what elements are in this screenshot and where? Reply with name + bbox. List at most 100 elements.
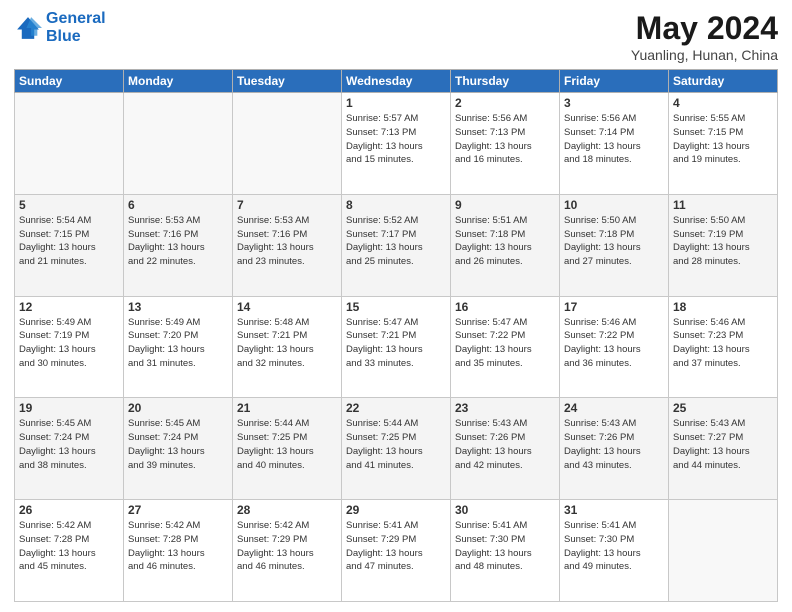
calendar-cell: 6Sunrise: 5:53 AM Sunset: 7:16 PM Daylig… (124, 194, 233, 296)
calendar-cell: 13Sunrise: 5:49 AM Sunset: 7:20 PM Dayli… (124, 296, 233, 398)
day-info: Sunrise: 5:41 AM Sunset: 7:29 PM Dayligh… (346, 519, 446, 574)
logo-text: General Blue (46, 10, 106, 45)
day-number: 24 (564, 401, 664, 415)
day-info: Sunrise: 5:44 AM Sunset: 7:25 PM Dayligh… (237, 417, 337, 472)
calendar-header-tuesday: Tuesday (233, 70, 342, 93)
day-info: Sunrise: 5:46 AM Sunset: 7:22 PM Dayligh… (564, 316, 664, 371)
calendar-table: SundayMondayTuesdayWednesdayThursdayFrid… (14, 69, 778, 602)
day-info: Sunrise: 5:41 AM Sunset: 7:30 PM Dayligh… (455, 519, 555, 574)
calendar-header-friday: Friday (560, 70, 669, 93)
calendar-header-sunday: Sunday (15, 70, 124, 93)
day-number: 2 (455, 96, 555, 110)
calendar-cell: 16 Sunrise: 5:47 AM Sunset: 7:22 PM Dayli… (451, 296, 560, 398)
day-info: Sunrise: 5:53 AM Sunset: 7:16 PM Dayligh… (128, 214, 228, 269)
day-number: 18 (673, 300, 773, 314)
calendar-cell: 10 Sunrise: 5:50 AM Sunset: 7:18 PM Dayli… (560, 194, 669, 296)
day-info: Sunrise: 5:50 AM Sunset: 7:19 PM Dayligh… (673, 214, 773, 269)
day-info: Sunrise: 5:43 AM Sunset: 7:26 PM Dayligh… (564, 417, 664, 472)
day-info: Sunrise: 5:42 AM Sunset: 7:28 PM Dayligh… (128, 519, 228, 574)
day-info: Sunrise: 5:41 AM Sunset: 7:30 PM Dayligh… (564, 519, 664, 574)
day-info: Sunrise: 5:53 AM Sunset: 7:16 PM Dayligh… (237, 214, 337, 269)
day-info: Sunrise: 5:43 AM Sunset: 7:26 PM Dayligh… (455, 417, 555, 472)
day-info: Sunrise: 5:47 AM Sunset: 7:21 PM Dayligh… (346, 316, 446, 371)
day-number: 31 (564, 503, 664, 517)
calendar-cell: 4 Sunrise: 5:55 AM Sunset: 7:15 PM Daylig… (669, 93, 778, 195)
day-number: 27 (128, 503, 228, 517)
day-number: 12 (19, 300, 119, 314)
day-info: Sunrise: 5:50 AM Sunset: 7:18 PM Dayligh… (564, 214, 664, 269)
day-number: 20 (128, 401, 228, 415)
calendar-cell: 1Sunrise: 5:57 AM Sunset: 7:13 PM Daylig… (342, 93, 451, 195)
day-info: Sunrise: 5:49 AM Sunset: 7:20 PM Dayligh… (128, 316, 228, 371)
calendar-cell (669, 500, 778, 602)
day-info: Sunrise: 5:51 AM Sunset: 7:18 PM Dayligh… (455, 214, 555, 269)
day-number: 19 (19, 401, 119, 415)
day-number: 3 (564, 96, 664, 110)
calendar-week-row: 12 Sunrise: 5:49 AM Sunset: 7:19 PM Dayli… (15, 296, 778, 398)
calendar-cell: 31 Sunrise: 5:41 AM Sunset: 7:30 PM Dayli… (560, 500, 669, 602)
day-info: Sunrise: 5:49 AM Sunset: 7:19 PM Dayligh… (19, 316, 119, 371)
day-number: 29 (346, 503, 446, 517)
calendar-cell: 17Sunrise: 5:46 AM Sunset: 7:22 PM Dayli… (560, 296, 669, 398)
day-number: 28 (237, 503, 337, 517)
main-title: May 2024 (631, 10, 778, 47)
day-info: Sunrise: 5:56 AM Sunset: 7:13 PM Dayligh… (455, 112, 555, 167)
day-info: Sunrise: 5:42 AM Sunset: 7:28 PM Dayligh… (19, 519, 119, 574)
day-info: Sunrise: 5:55 AM Sunset: 7:15 PM Dayligh… (673, 112, 773, 167)
day-info: Sunrise: 5:48 AM Sunset: 7:21 PM Dayligh… (237, 316, 337, 371)
calendar-cell: 25 Sunrise: 5:43 AM Sunset: 7:27 PM Dayli… (669, 398, 778, 500)
page: General Blue May 2024 Yuanling, Hunan, C… (0, 0, 792, 612)
day-number: 10 (564, 198, 664, 212)
calendar-cell: 2 Sunrise: 5:56 AM Sunset: 7:13 PM Daylig… (451, 93, 560, 195)
day-number: 4 (673, 96, 773, 110)
day-number: 22 (346, 401, 446, 415)
calendar-header-wednesday: Wednesday (342, 70, 451, 93)
header: General Blue May 2024 Yuanling, Hunan, C… (14, 10, 778, 63)
calendar-cell: 8 Sunrise: 5:52 AM Sunset: 7:17 PM Daylig… (342, 194, 451, 296)
day-number: 7 (237, 198, 337, 212)
day-info: Sunrise: 5:56 AM Sunset: 7:14 PM Dayligh… (564, 112, 664, 167)
calendar-week-row: 1Sunrise: 5:57 AM Sunset: 7:13 PM Daylig… (15, 93, 778, 195)
day-number: 1 (346, 96, 446, 110)
day-info: Sunrise: 5:54 AM Sunset: 7:15 PM Dayligh… (19, 214, 119, 269)
logo: General Blue (14, 10, 106, 45)
day-number: 21 (237, 401, 337, 415)
calendar-cell: 24 Sunrise: 5:43 AM Sunset: 7:26 PM Dayli… (560, 398, 669, 500)
day-number: 25 (673, 401, 773, 415)
day-number: 8 (346, 198, 446, 212)
calendar-header-row: SundayMondayTuesdayWednesdayThursdayFrid… (15, 70, 778, 93)
calendar-cell: 30 Sunrise: 5:41 AM Sunset: 7:30 PM Dayli… (451, 500, 560, 602)
calendar-cell: 28 Sunrise: 5:42 AM Sunset: 7:29 PM Dayli… (233, 500, 342, 602)
calendar-week-row: 5 Sunrise: 5:54 AM Sunset: 7:15 PM Daylig… (15, 194, 778, 296)
day-number: 26 (19, 503, 119, 517)
day-info: Sunrise: 5:43 AM Sunset: 7:27 PM Dayligh… (673, 417, 773, 472)
calendar-cell (124, 93, 233, 195)
day-info: Sunrise: 5:42 AM Sunset: 7:29 PM Dayligh… (237, 519, 337, 574)
calendar-cell: 12 Sunrise: 5:49 AM Sunset: 7:19 PM Dayli… (15, 296, 124, 398)
day-number: 5 (19, 198, 119, 212)
calendar-cell: 23Sunrise: 5:43 AM Sunset: 7:26 PM Dayli… (451, 398, 560, 500)
calendar-cell: 14 Sunrise: 5:48 AM Sunset: 7:21 PM Dayli… (233, 296, 342, 398)
day-info: Sunrise: 5:44 AM Sunset: 7:25 PM Dayligh… (346, 417, 446, 472)
calendar-cell: 21 Sunrise: 5:44 AM Sunset: 7:25 PM Dayli… (233, 398, 342, 500)
day-info: Sunrise: 5:47 AM Sunset: 7:22 PM Dayligh… (455, 316, 555, 371)
day-info: Sunrise: 5:45 AM Sunset: 7:24 PM Dayligh… (128, 417, 228, 472)
calendar-cell: 5 Sunrise: 5:54 AM Sunset: 7:15 PM Daylig… (15, 194, 124, 296)
calendar-cell: 19 Sunrise: 5:45 AM Sunset: 7:24 PM Dayli… (15, 398, 124, 500)
day-number: 14 (237, 300, 337, 314)
calendar-cell: 11 Sunrise: 5:50 AM Sunset: 7:19 PM Dayli… (669, 194, 778, 296)
calendar-cell: 20 Sunrise: 5:45 AM Sunset: 7:24 PM Dayli… (124, 398, 233, 500)
day-number: 15 (346, 300, 446, 314)
calendar-cell: 26 Sunrise: 5:42 AM Sunset: 7:28 PM Dayli… (15, 500, 124, 602)
calendar-week-row: 26 Sunrise: 5:42 AM Sunset: 7:28 PM Dayli… (15, 500, 778, 602)
day-number: 30 (455, 503, 555, 517)
day-info: Sunrise: 5:52 AM Sunset: 7:17 PM Dayligh… (346, 214, 446, 269)
day-number: 16 (455, 300, 555, 314)
calendar-cell: 9 Sunrise: 5:51 AM Sunset: 7:18 PM Daylig… (451, 194, 560, 296)
day-info: Sunrise: 5:46 AM Sunset: 7:23 PM Dayligh… (673, 316, 773, 371)
day-number: 9 (455, 198, 555, 212)
day-number: 11 (673, 198, 773, 212)
calendar-header-saturday: Saturday (669, 70, 778, 93)
day-info: Sunrise: 5:45 AM Sunset: 7:24 PM Dayligh… (19, 417, 119, 472)
calendar-cell: 7 Sunrise: 5:53 AM Sunset: 7:16 PM Daylig… (233, 194, 342, 296)
